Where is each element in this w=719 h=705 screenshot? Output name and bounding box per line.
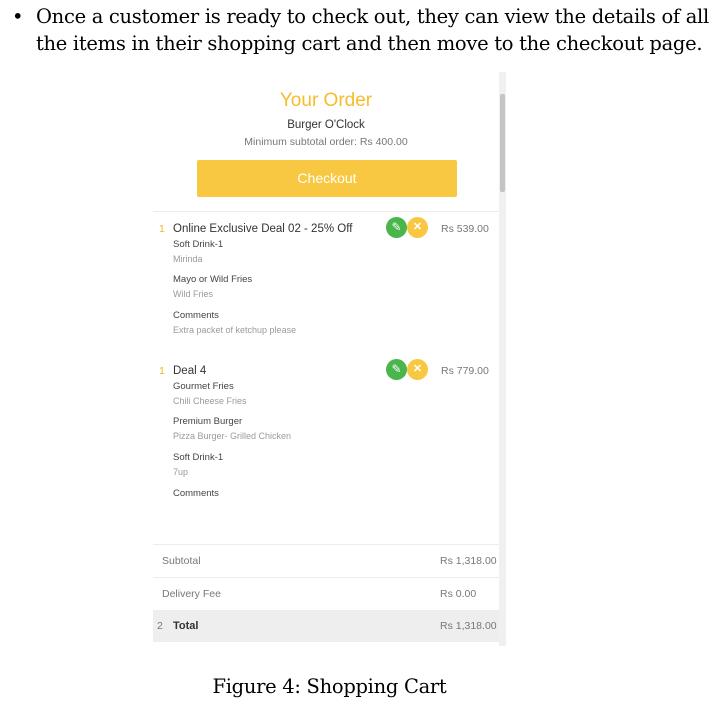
item-option: Mayo or Wild Fries Wild Fries [173, 274, 252, 299]
option-value: Chili Cheese Fries [173, 396, 247, 406]
item-comments: Comments [173, 488, 219, 503]
item-price: Rs 539.00 [441, 223, 489, 235]
edit-item-button[interactable]: ✎ [386, 359, 407, 380]
subtotal-value: Rs 1,318.00 [440, 555, 497, 567]
scrollbar-thumb[interactable] [500, 94, 505, 192]
option-title: Mayo or Wild Fries [173, 274, 253, 285]
total-value: Rs 1,318.00 [440, 620, 497, 632]
option-value: 7up [173, 467, 189, 477]
option-title: Premium Burger [173, 416, 243, 427]
close-icon: ✕ [412, 363, 423, 375]
shopping-cart-panel: Your Order Burger O'Clock Minimum subtot… [150, 72, 506, 646]
scrollbar[interactable] [499, 72, 506, 646]
edit-item-button[interactable]: ✎ [386, 217, 407, 238]
option-title: Soft Drink-1 [173, 452, 224, 463]
intro-line-1: Once a customer is ready to check out, t… [36, 5, 709, 28]
option-value: Mirinda [173, 254, 203, 264]
item-quantity: 1 [159, 365, 165, 377]
restaurant-name: Burger O'Clock [287, 119, 365, 131]
checkout-button[interactable]: Checkout [197, 160, 457, 197]
item-option: Gourmet Fries Chili Cheese Fries [173, 381, 247, 406]
bullet: • [12, 5, 24, 28]
minimum-order-note: Minimum subtotal order: Rs 400.00 [244, 136, 408, 148]
remove-item-button[interactable]: ✕ [407, 359, 428, 380]
item-option: Soft Drink-1 Mirinda [173, 239, 223, 264]
total-label: Total [173, 620, 199, 632]
subtotal-row: Subtotal Rs 1,318.00 [153, 545, 499, 577]
total-item-count: 2 [157, 620, 163, 632]
item-quantity: 1 [159, 223, 165, 235]
total-row: 2 Total Rs 1,318.00 [153, 610, 499, 642]
delivery-fee-value: Rs 0.00 [440, 588, 477, 600]
close-icon: ✕ [412, 221, 423, 233]
item-option: Soft Drink-1 7up [173, 452, 223, 477]
option-value: Pizza Burger- Grilled Chicken [173, 431, 292, 441]
item-name: Deal 4 [173, 365, 207, 377]
option-title: Gourmet Fries [173, 381, 234, 392]
item-option: Premium Burger Pizza Burger- Grilled Chi… [173, 416, 291, 441]
remove-item-button[interactable]: ✕ [407, 217, 428, 238]
figure-caption: Figure 4: Shopping Cart [212, 675, 447, 698]
item-price: Rs 779.00 [441, 365, 489, 377]
order-title: Your Order [279, 90, 373, 111]
option-value: Extra packet of ketchup please [173, 325, 297, 335]
pencil-icon: ✎ [391, 220, 402, 234]
item-name: Online Exclusive Deal 02 - 25% Off [173, 223, 353, 235]
item-comments: Comments Extra packet of ketchup please [173, 310, 296, 335]
option-title: Comments [173, 488, 219, 499]
divider [153, 211, 499, 212]
option-title: Comments [173, 310, 219, 321]
intro-line-2: the items in their shopping cart and the… [36, 32, 703, 55]
delivery-fee-row: Delivery Fee Rs 0.00 [153, 578, 499, 610]
option-value: Wild Fries [173, 289, 213, 299]
option-title: Soft Drink-1 [173, 239, 224, 250]
delivery-fee-label: Delivery Fee [162, 588, 221, 600]
pencil-icon: ✎ [391, 362, 402, 376]
subtotal-label: Subtotal [162, 555, 201, 567]
